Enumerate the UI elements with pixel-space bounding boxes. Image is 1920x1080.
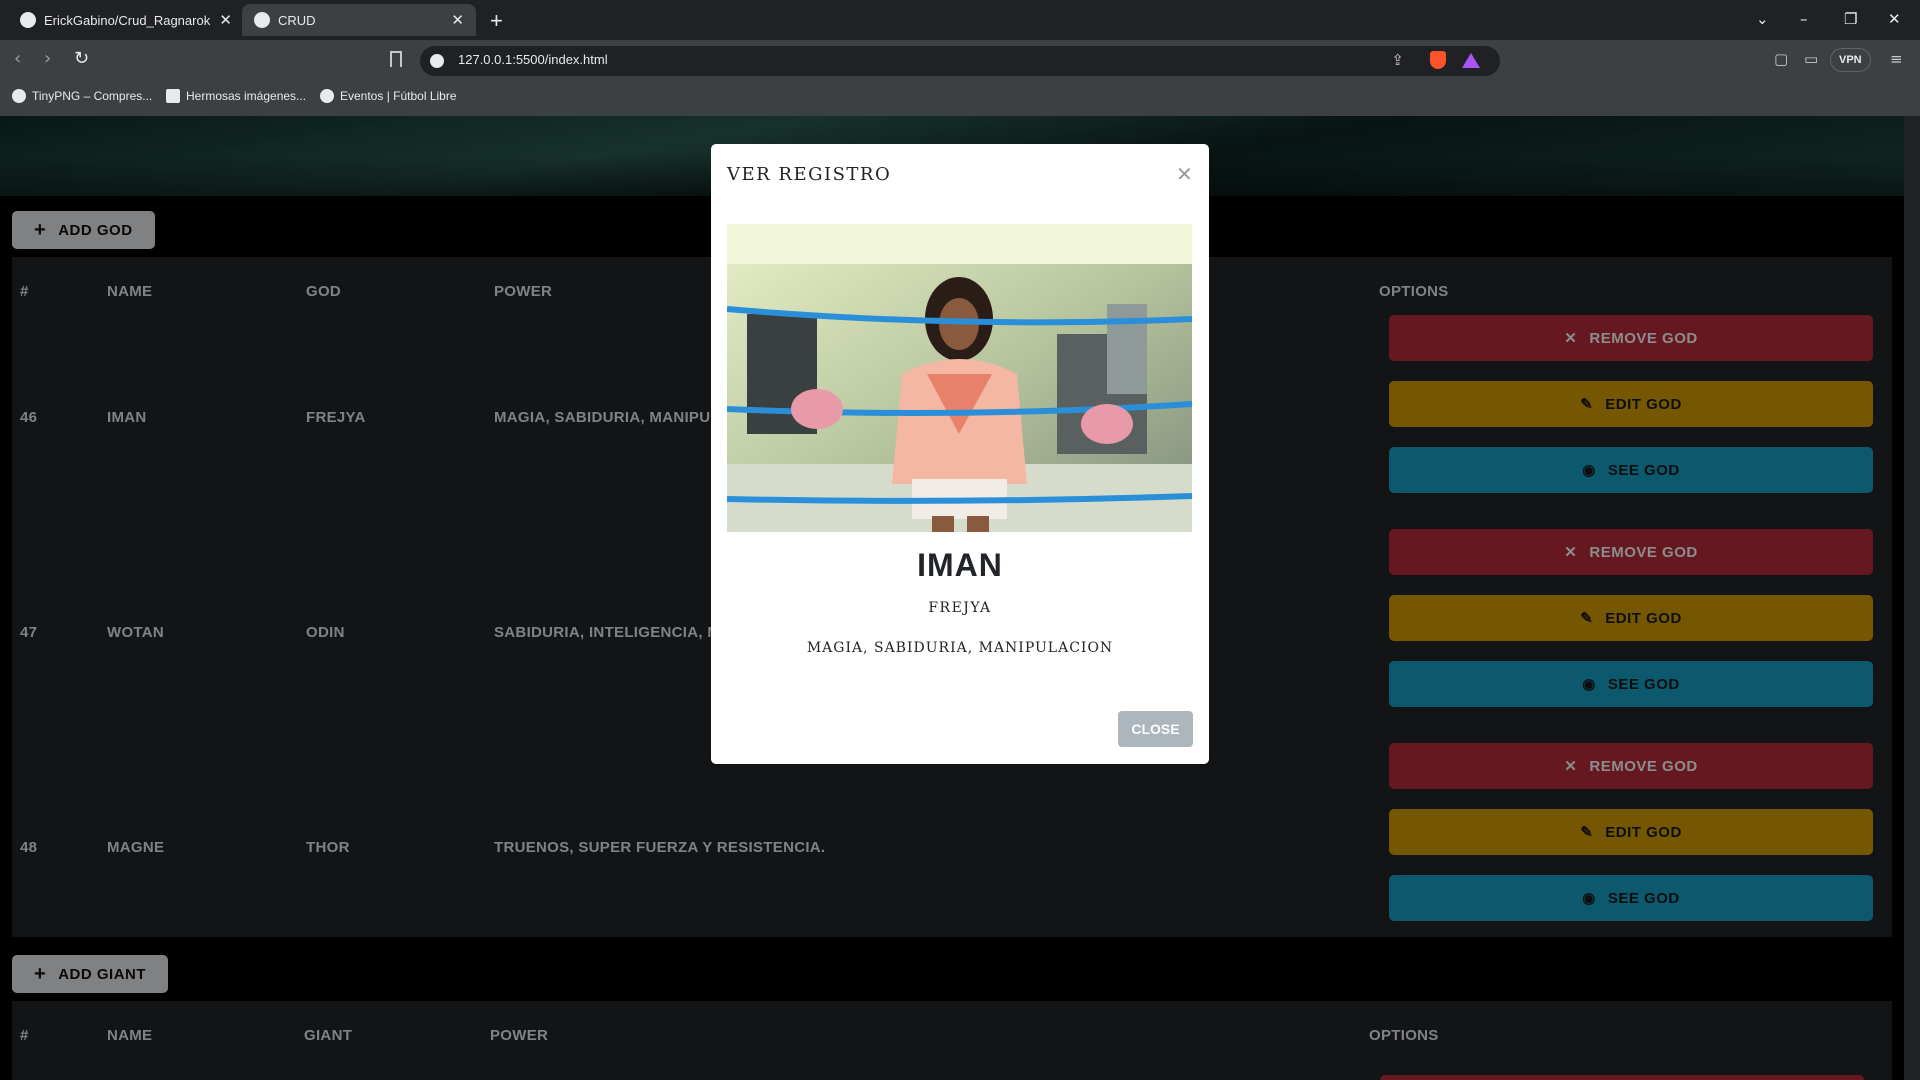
browser-tabbar: ErickGabino/Crud_Ragnarok: This is ✕ CRU… [0, 0, 1920, 40]
tab-label: ErickGabino/Crud_Ragnarok: This is [44, 12, 212, 28]
url-text[interactable]: 127.0.0.1:5500/index.html [458, 52, 608, 67]
close-icon[interactable]: ✕ [1176, 162, 1193, 186]
image-icon [166, 89, 180, 103]
panda-icon [12, 89, 26, 103]
bookmarks-bar: TinyPNG – Compres... Hermosas imágenes..… [0, 80, 1920, 116]
globe-icon [254, 12, 270, 28]
bookmark-label: TinyPNG – Compres... [32, 89, 153, 103]
site-info-icon[interactable] [430, 54, 444, 68]
bookmark-label: Hermosas imágenes... [186, 89, 307, 103]
bookmark-eventos[interactable]: Eventos | Fútbol Libre [320, 89, 457, 103]
forward-button[interactable]: › [44, 48, 51, 69]
modal-god-deity: FREJYA [928, 600, 992, 616]
god-photo [727, 224, 1192, 532]
browser-toolbar: ‹ › ↻ 127.0.0.1:5500/index.html ⇪ ▢ ▭ VP… [0, 40, 1920, 80]
bookmark-tinypng[interactable]: TinyPNG – Compres... [12, 89, 152, 103]
tab-search-icon[interactable]: ⌄ [1756, 10, 1769, 28]
modal-god-name: IMAN [917, 547, 1003, 583]
bookmark-label: Eventos | Fútbol Libre [340, 89, 457, 103]
close-tab-icon[interactable]: ✕ [451, 11, 464, 29]
soccer-ball-icon [320, 89, 334, 103]
share-icon[interactable]: ⇪ [1391, 51, 1404, 69]
address-bar[interactable]: 127.0.0.1:5500/index.html ⇪ [420, 46, 1500, 76]
back-button[interactable]: ‹ [14, 48, 21, 69]
modal-god-power: MAGIA, SABIDURIA, MANIPULACION [806, 640, 1114, 656]
wallet-icon[interactable]: ▭ [1804, 50, 1818, 68]
close-window-button[interactable]: ✕ [1888, 10, 1901, 28]
sidebar-icon[interactable]: ▢ [1774, 50, 1788, 68]
tab-github[interactable]: ErickGabino/Crud_Ragnarok: This is ✕ [8, 4, 244, 36]
menu-icon[interactable]: ≡ [1890, 50, 1903, 68]
restore-button[interactable]: ❐ [1844, 10, 1857, 28]
new-tab-button[interactable]: + [490, 8, 503, 34]
vpn-button[interactable]: VPN [1830, 48, 1871, 72]
reload-button[interactable]: ↻ [74, 48, 89, 69]
bookmark-icon[interactable] [390, 51, 402, 67]
minimize-button[interactable]: – [1800, 10, 1808, 28]
view-record-modal: VER REGISTRO ✕ IMAN FREJYA MAGIA, SABIDU… [711, 144, 1209, 764]
close-button[interactable]: CLOSE [1118, 711, 1193, 747]
github-icon [20, 12, 36, 28]
brave-shields-icon[interactable] [1430, 51, 1446, 69]
tab-crud[interactable]: CRUD ✕ [242, 4, 476, 36]
tab-label: CRUD [278, 12, 316, 28]
close-tab-icon[interactable]: ✕ [219, 11, 232, 29]
bookmark-hermosas[interactable]: Hermosas imágenes... [166, 89, 306, 103]
brave-rewards-icon[interactable] [1462, 53, 1480, 68]
modal-title: VER REGISTRO [727, 164, 892, 185]
boxer-photo-illustration [727, 224, 1192, 532]
page-scrollbar[interactable] [1904, 116, 1920, 1080]
